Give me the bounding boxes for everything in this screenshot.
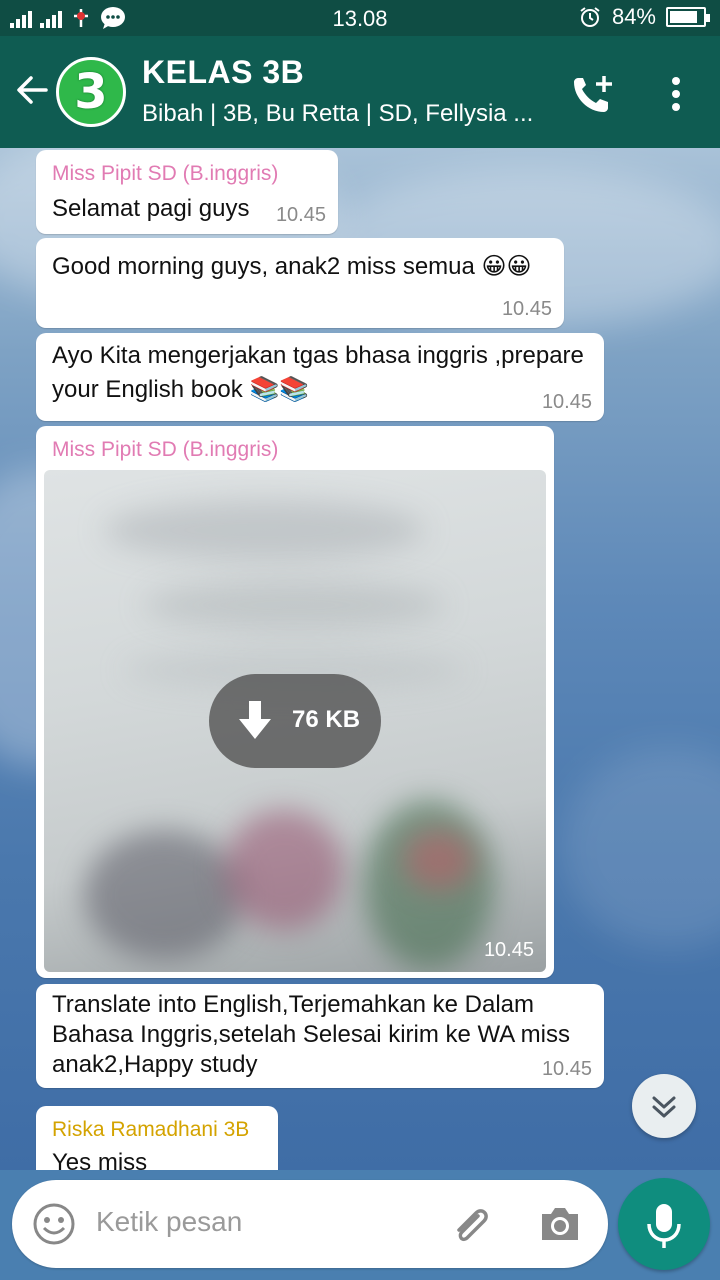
message-text: anak2,Happy study (52, 1051, 258, 1078)
file-size: 76 KB (292, 706, 361, 733)
phone-add-icon[interactable] (570, 72, 616, 118)
scroll-down-button[interactable] (632, 1074, 696, 1138)
message-time: 10.45 (541, 391, 592, 413)
message-bubble[interactable]: Miss Pipit SD (B.inggris) Selamat pagi g… (36, 150, 338, 234)
paperclip-icon[interactable] (448, 1202, 494, 1248)
arrow-left-icon[interactable] (14, 72, 50, 108)
message-time: 10.45 (541, 1058, 592, 1080)
message-text: Translate into English,Terjemahkan ke Da… (52, 991, 535, 1018)
image-thumbnail[interactable]: 76 KB 10.45 (44, 470, 546, 972)
message-sender: Riska Ramadhani 3B (52, 1118, 250, 1141)
message-time: 10.45 (483, 939, 534, 961)
mic-button[interactable] (618, 1178, 710, 1270)
status-right: 84% (578, 4, 710, 30)
camera-icon[interactable] (538, 1202, 582, 1246)
status-bar: 13.08 84% (0, 0, 720, 36)
message-bubble[interactable]: Riska Ramadhani 3B Yes miss (36, 1106, 278, 1170)
chat-area[interactable]: Miss Pipit SD (B.inggris) Selamat pagi g… (0, 148, 720, 1170)
download-arrow-icon (239, 701, 271, 739)
more-vert-icon[interactable] (664, 74, 688, 114)
message-text: your English book 📚📚 (52, 376, 310, 403)
message-input-bar (12, 1180, 608, 1268)
avatar-number: 3 (74, 64, 108, 120)
message-text: Good morning guys, anak2 miss semua 😀😀 (52, 253, 532, 280)
group-avatar[interactable]: 3 (56, 57, 126, 127)
message-bubble[interactable]: Translate into English,Terjemahkan ke Da… (36, 984, 604, 1088)
message-text: Selamat pagi guys (52, 195, 250, 222)
double-chevron-down-icon (652, 1096, 676, 1118)
message-bubble[interactable]: Good morning guys, anak2 miss semua 😀😀 1… (36, 238, 564, 328)
chat-header: 3 KELAS 3B Bibah | 3B, Bu Retta | SD, Fe… (0, 36, 720, 148)
chat-participants[interactable]: Bibah | 3B, Bu Retta | SD, Fellysia ... (142, 100, 542, 128)
message-input[interactable] (96, 1206, 416, 1238)
alarm-icon (580, 7, 600, 27)
battery-percent: 84% (611, 4, 656, 29)
message-time: 10.45 (275, 204, 326, 226)
microphone-icon (647, 1204, 681, 1248)
message-bubble[interactable]: Ayo Kita mengerjakan tgas bhasa inggris … (36, 333, 604, 421)
message-sender: Miss Pipit SD (B.inggris) (52, 162, 279, 185)
image-message-bubble[interactable]: Miss Pipit SD (B.inggris) 76 KB 10.45 (36, 426, 554, 978)
message-text: Bahasa Inggris,setelah Selesai kirim ke … (52, 1021, 570, 1048)
emoji-icon[interactable] (32, 1202, 76, 1246)
message-time: 10.45 (501, 298, 552, 320)
download-button[interactable]: 76 KB (209, 674, 381, 768)
message-text: Ayo Kita mengerjakan tgas bhasa inggris … (52, 342, 584, 369)
battery-fill (670, 11, 697, 23)
battery-icon (666, 7, 710, 27)
message-sender: Miss Pipit SD (B.inggris) (52, 438, 279, 461)
chat-title[interactable]: KELAS 3B (142, 54, 304, 91)
message-text: Yes miss (52, 1149, 148, 1170)
